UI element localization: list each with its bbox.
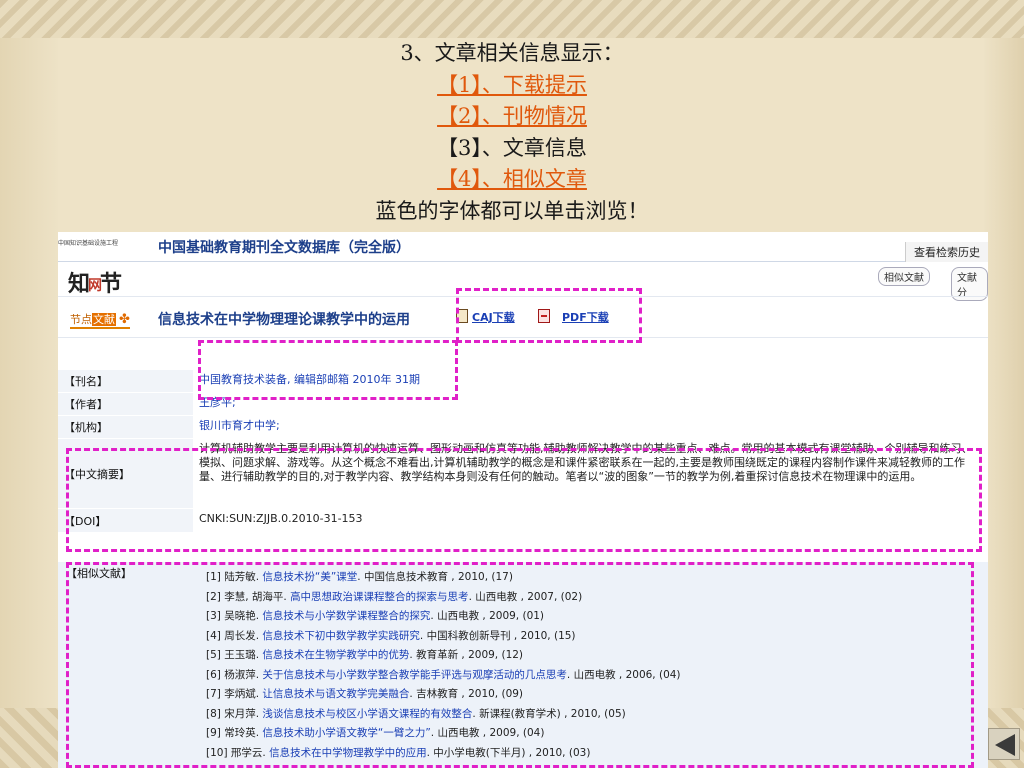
abstract-text: 计算机辅助教学主要是利用计算机的快速运算、图形动画和仿真等功能,辅助教师解决教学… (199, 442, 973, 483)
similar-item-title-link[interactable]: 信息技术下初中数学教学实践研究 (262, 630, 420, 642)
meta-row-journal: 【刊名】 中国教育技术装备, 编辑部邮箱 2010年 31期 (58, 370, 988, 393)
meta-row-org: 【机构】 银川市育才中学; (58, 416, 988, 439)
similar-item-author: [8] 宋月萍. (206, 707, 263, 720)
link-download-tip[interactable]: 【1】、下载提示 (437, 73, 587, 97)
similar-item-title-link[interactable]: 信息技术在中学物理教学中的应用 (269, 747, 427, 759)
similar-item-source: . 中国科教创新导刊 , 2010, (15) (419, 629, 576, 642)
similar-item-title-link[interactable]: 信息技术与小学数学课程整合的探究 (262, 610, 430, 622)
cnki-logo: 知网节 (68, 271, 122, 297)
node-highlight: 文献 (92, 313, 116, 326)
node-prefix: 节点 (70, 313, 92, 326)
pdf-download-link[interactable]: PDF下载 (538, 309, 609, 325)
similar-item-source: . 教育革新 , 2009, (12) (409, 649, 524, 661)
article-title: 信息技术在中学物理理论课教学中的运用 (158, 312, 410, 328)
author-label: 【作者】 (58, 393, 193, 415)
meta-row-abstract: 【中文摘要】 计算机辅助教学主要是利用计算机的快速运算、图形动画和仿真等功能,辅… (58, 439, 988, 509)
similar-item: [3] 吴晓艳. 信息技术与小学数学课程整合的探究. 山西电教 , 2009, … (206, 607, 986, 627)
caj-file-icon (456, 309, 468, 323)
slide-text-block: 3、文章相关信息显示： 【1】、下载提示 【2】、刊物情况 【3】、文章信息 【… (0, 38, 1024, 227)
caj-download-link[interactable]: CAJ下载 (456, 309, 515, 325)
similar-item-source: . 山西电教 , 2009, (04) (430, 727, 545, 739)
previous-slide-icon[interactable] (988, 728, 1020, 760)
similar-item-author: [3] 吴晓艳. (206, 610, 263, 622)
similar-item: [4] 周长发. 信息技术下初中数学教学实践研究. 中国科教创新导刊 , 201… (206, 627, 986, 647)
similar-item-title-link[interactable]: 高中思想政治课课程整合的探索与思考 (290, 591, 469, 603)
similar-item-source: . 中小学电教(下半月) , 2010, (03) (426, 746, 591, 759)
similar-item-title-link[interactable]: 关于信息技术与小学数学整合教学能手评选与观摩活动的几点思考 (262, 669, 567, 681)
similar-item: [9] 常玲英. 信息技术助小学语文教学“一臂之力”. 山西电教 , 2009,… (206, 724, 986, 744)
logo-row: 知网节 相似文献 文献分 (58, 262, 988, 301)
similar-item-title-link[interactable]: 信息技术助小学语文教学“一臂之力” (262, 727, 430, 739)
article-meta-table: 【刊名】 中国教育技术装备, 编辑部邮箱 2010年 31期 【作者】 王彦平;… (58, 370, 988, 533)
search-history-button[interactable]: 查看检索历史 (905, 242, 988, 262)
similar-item: [1] 陆芳敏. 信息技术扮“美”课堂. 中国信息技术教育 , 2010, (1… (206, 568, 986, 588)
slide-heading: 3、文章相关信息显示： (400, 41, 624, 65)
org-link[interactable]: 银川市育才中学; (193, 416, 988, 438)
meta-row-author: 【作者】 王彦平; (58, 393, 988, 416)
similar-item-author: [10] 邢学云. (206, 746, 270, 759)
similar-literature-section: 【相似文献】 [1] 陆芳敏. 信息技术扮“美”课堂. 中国信息技术教育 , 2… (58, 562, 988, 768)
cnki-screenshot: 中国知识基础设施工程 中国基础教育期刊全文数据库（完全版） 查看检索历史 知网节… (58, 232, 988, 768)
db-header: 中国知识基础设施工程 中国基础教育期刊全文数据库（完全版） 查看检索历史 (58, 232, 988, 262)
similar-item-title-link[interactable]: 浅谈信息技术与校区小学语文课程的有效整合 (262, 708, 472, 720)
similar-item-author: [4] 周长发. (206, 629, 263, 642)
similar-item-author: [7] 李炳斌. (206, 688, 263, 700)
tab-similar-literature[interactable]: 相似文献 (878, 267, 930, 286)
similar-item: [8] 宋月萍. 浅谈信息技术与校区小学语文课程的有效整合. 新课程(教育学术)… (206, 705, 986, 725)
link-similar-articles[interactable]: 【4】、相似文章 (437, 167, 587, 191)
similar-item: [7] 李炳斌. 让信息技术与语文教学完美融合. 吉林教育 , 2010, (0… (206, 685, 986, 705)
similar-item-title-link[interactable]: 信息技术在生物学教学中的优势 (262, 649, 409, 661)
article-title-row: 节点文献 ✤ 信息技术在中学物理理论课教学中的运用 CAJ下载 PDF下载 (58, 296, 988, 338)
link-journal-info[interactable]: 【2】、刊物情况 (437, 104, 587, 128)
slide-footer-note: 蓝色的字体都可以单击浏览！ (375, 198, 649, 223)
similar-item-author: [9] 常玲英. (206, 727, 263, 739)
similar-item-author: [2] 李慧, 胡海平. (206, 590, 291, 603)
similar-item-source: . 新课程(教育学术) , 2010, (05) (472, 707, 626, 720)
caj-download-label: CAJ下载 (472, 311, 515, 324)
similar-item-author: [5] 王玉璐. (206, 649, 263, 661)
similar-item-source: . 山西电教 , 2006, (04) (566, 668, 681, 681)
pdf-download-label: PDF下载 (562, 311, 609, 324)
similar-item-author: [6] 杨淑萍. (206, 668, 263, 681)
org-label: 【机构】 (58, 416, 193, 438)
similar-item-source: . 山西电教 , 2007, (02) (468, 590, 583, 603)
db-title: 中国基础教育期刊全文数据库（完全版） (158, 240, 410, 256)
decorative-border-top (0, 0, 1024, 38)
meta-row-doi: 【DOI】 CNKI:SUN:ZJJB.0.2010-31-153 (58, 509, 988, 533)
similar-item: [6] 杨淑萍. 关于信息技术与小学数学整合教学能手评选与观摩活动的几点思考. … (206, 666, 986, 686)
similar-item: [5] 王玉璐. 信息技术在生物学教学中的优势. 教育革新 , 2009, (1… (206, 646, 986, 666)
abstract-label: 【中文摘要】 (58, 439, 193, 508)
similar-label: 【相似文献】 (66, 567, 132, 580)
author-link[interactable]: 王彦平; (193, 393, 988, 415)
node-literature-badge: 节点文献 ✤ (70, 311, 130, 329)
similar-item-author: [1] 陆芳敏. (206, 571, 263, 583)
article-info-item: 【3】、文章信息 (437, 135, 587, 160)
similar-list: [1] 陆芳敏. 信息技术扮“美”课堂. 中国信息技术教育 , 2010, (1… (206, 568, 986, 763)
doi-value: CNKI:SUN:ZJJB.0.2010-31-153 (199, 512, 363, 525)
pdf-file-icon (538, 309, 550, 323)
flower-icon: ✤ (119, 312, 130, 327)
similar-item-source: . 山西电教 , 2009, (01) (430, 610, 545, 622)
journal-label: 【刊名】 (58, 370, 193, 392)
db-tiny-header: 中国知识基础设施工程 (58, 240, 119, 247)
similar-item-source: . 中国信息技术教育 , 2010, (17) (357, 571, 513, 583)
doi-label: 【DOI】 (58, 509, 193, 532)
similar-item-title-link[interactable]: 信息技术扮“美”课堂 (262, 571, 357, 583)
similar-item: [2] 李慧, 胡海平. 高中思想政治课课程整合的探索与思考. 山西电教 , 2… (206, 588, 986, 608)
journal-link[interactable]: 中国教育技术装备, 编辑部邮箱 2010年 31期 (193, 370, 988, 392)
similar-item-title-link[interactable]: 让信息技术与语文教学完美融合 (262, 688, 409, 700)
similar-item: [10] 邢学云. 信息技术在中学物理教学中的应用. 中小学电教(下半月) , … (206, 744, 986, 764)
similar-item-source: . 吉林教育 , 2010, (09) (409, 688, 524, 700)
